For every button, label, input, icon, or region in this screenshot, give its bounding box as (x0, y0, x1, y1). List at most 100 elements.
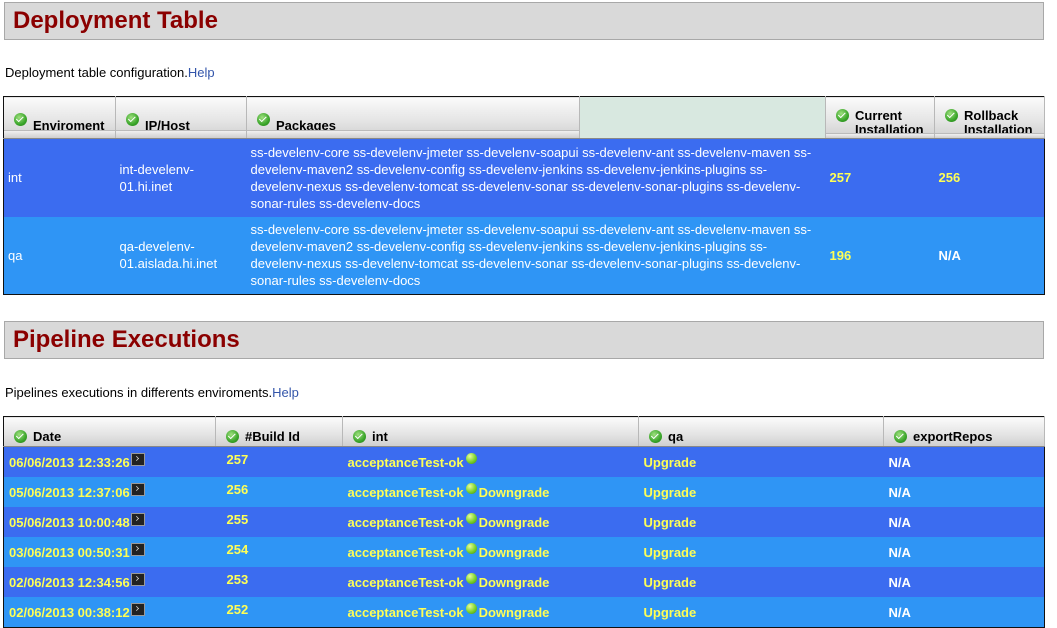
sort-icon[interactable] (836, 108, 849, 122)
col-header-enviroment[interactable]: Enviroment (3, 96, 116, 139)
sort-icon[interactable] (649, 429, 662, 443)
acceptance-test-link[interactable]: acceptanceTest-ok (348, 605, 464, 620)
deployment-help-link[interactable]: Help (188, 65, 215, 80)
col-header-export-repos[interactable]: exportRepos (883, 416, 1045, 447)
acceptance-test-link[interactable]: acceptanceTest-ok (348, 575, 464, 590)
col-header-rollback[interactable]: Rollback Installation (934, 96, 1045, 139)
console-icon[interactable] (130, 512, 145, 526)
env-cell: int (3, 138, 116, 217)
int-cell: acceptanceTest-ok Downgrade (342, 477, 639, 507)
col-header-build-id[interactable]: #Build Id (215, 416, 343, 447)
downgrade-link[interactable]: Downgrade (479, 485, 550, 500)
export-repos-cell: N/A (883, 477, 1045, 507)
build-id-link[interactable]: 252 (227, 602, 249, 617)
sort-icon[interactable] (353, 429, 366, 443)
upgrade-link[interactable]: Upgrade (644, 455, 697, 470)
export-repos-cell: N/A (883, 507, 1045, 537)
build-id-link[interactable]: 256 (227, 482, 249, 497)
col-header-filler (579, 96, 826, 139)
acceptance-test-link[interactable]: acceptanceTest-ok (348, 545, 464, 560)
qa-cell: Upgrade (638, 597, 884, 628)
build-id-link[interactable]: 255 (227, 512, 249, 527)
build-id-link[interactable]: 257 (227, 452, 249, 467)
console-icon[interactable] (130, 542, 145, 556)
status-ok-icon (465, 482, 477, 494)
sort-icon[interactable] (945, 108, 958, 122)
execution-row: 05/06/2013 12:37:06 256 acceptanceTest-o… (3, 477, 1045, 507)
upgrade-link[interactable]: Upgrade (644, 605, 697, 620)
execution-row: 02/06/2013 12:34:56 253 acceptanceTest-o… (3, 567, 1045, 597)
pipeline-help-link[interactable]: Help (272, 385, 299, 400)
execution-row: 03/06/2013 00:50:31 254 acceptanceTest-o… (3, 537, 1045, 567)
rollback-installation-cell: 256 (934, 138, 1045, 217)
export-repos-cell: N/A (883, 597, 1045, 628)
execution-row: 06/06/2013 12:33:26 257 acceptanceTest-o… (3, 446, 1045, 477)
build-id-link[interactable]: 254 (227, 542, 249, 557)
build-id-link[interactable]: 253 (227, 572, 249, 587)
current-installation-cell: 196 (825, 216, 935, 295)
qa-cell: Upgrade (638, 537, 884, 567)
upgrade-link[interactable]: Upgrade (644, 485, 697, 500)
console-icon[interactable] (130, 602, 145, 616)
export-repos-cell: N/A (883, 446, 1045, 477)
int-cell: acceptanceTest-ok (342, 446, 639, 477)
date-link[interactable]: 02/06/2013 12:34:56 (9, 575, 130, 590)
acceptance-test-link[interactable]: acceptanceTest-ok (348, 515, 464, 530)
deployment-row-int: int int-develenv-01.hi.inet ss-develenv-… (3, 138, 1045, 217)
upgrade-link[interactable]: Upgrade (644, 575, 697, 590)
console-icon[interactable] (130, 572, 145, 586)
status-ok-icon (465, 452, 477, 464)
sort-icon[interactable] (126, 112, 139, 126)
sort-icon[interactable] (257, 112, 270, 126)
qa-cell: Upgrade (638, 477, 884, 507)
sort-icon[interactable] (14, 429, 27, 443)
sort-icon[interactable] (14, 112, 27, 126)
date-link[interactable]: 05/06/2013 10:00:48 (9, 515, 130, 530)
upgrade-link[interactable]: Upgrade (644, 515, 697, 530)
acceptance-test-link[interactable]: acceptanceTest-ok (348, 485, 464, 500)
date-link[interactable]: 05/06/2013 12:37:06 (9, 485, 130, 500)
date-cell: 03/06/2013 00:50:31 (3, 537, 216, 567)
rollback-installation-cell: N/A (934, 216, 1045, 295)
date-cell: 06/06/2013 12:33:26 (3, 446, 216, 477)
date-cell: 02/06/2013 12:34:56 (3, 567, 216, 597)
downgrade-link[interactable]: Downgrade (479, 575, 550, 590)
qa-cell: Upgrade (638, 446, 884, 477)
console-icon[interactable] (130, 482, 145, 496)
int-cell: acceptanceTest-ok Downgrade (342, 537, 639, 567)
downgrade-link[interactable]: Downgrade (479, 545, 550, 560)
col-header-host[interactable]: IP/Host (115, 96, 247, 139)
date-cell: 02/06/2013 00:38:12 (3, 597, 216, 628)
execution-row: 05/06/2013 10:00:48 255 acceptanceTest-o… (3, 507, 1045, 537)
build-id-cell: 252 (215, 597, 343, 628)
upgrade-link[interactable]: Upgrade (644, 545, 697, 560)
pipeline-description: Pipelines executions in differents envir… (5, 385, 299, 400)
sort-icon[interactable] (226, 429, 239, 443)
downgrade-link[interactable]: Downgrade (479, 515, 550, 530)
col-header-qa[interactable]: qa (638, 416, 884, 447)
int-cell: acceptanceTest-ok Downgrade (342, 597, 639, 628)
status-ok-icon (465, 572, 477, 584)
date-link[interactable]: 02/06/2013 00:38:12 (9, 605, 130, 620)
downgrade-link[interactable]: Downgrade (479, 605, 550, 620)
date-cell: 05/06/2013 12:37:06 (3, 477, 216, 507)
col-header-current[interactable]: Current Installation (825, 96, 935, 139)
date-link[interactable]: 03/06/2013 00:50:31 (9, 545, 130, 560)
deployment-table: Enviroment IP/Host Packages Current Inst… (3, 96, 1045, 295)
date-cell: 05/06/2013 10:00:48 (3, 507, 216, 537)
console-icon[interactable] (130, 452, 145, 466)
deployment-section-header: Deployment Table (4, 2, 1044, 40)
pipeline-title: Pipeline Executions (13, 326, 240, 353)
deployment-description: Deployment table configuration.Help (5, 65, 215, 80)
deployment-row-qa: qa qa-develenv-01.aislada.hi.inet ss-dev… (3, 216, 1045, 295)
col-header-packages[interactable]: Packages (246, 96, 580, 139)
sort-icon[interactable] (894, 429, 907, 443)
deployment-title: Deployment Table (13, 7, 218, 34)
current-installation-cell: 257 (825, 138, 935, 217)
build-id-cell: 253 (215, 567, 343, 597)
date-link[interactable]: 06/06/2013 12:33:26 (9, 455, 130, 470)
build-id-cell: 255 (215, 507, 343, 537)
col-header-date[interactable]: Date (3, 416, 216, 447)
acceptance-test-link[interactable]: acceptanceTest-ok (348, 455, 464, 470)
col-header-int[interactable]: int (342, 416, 639, 447)
